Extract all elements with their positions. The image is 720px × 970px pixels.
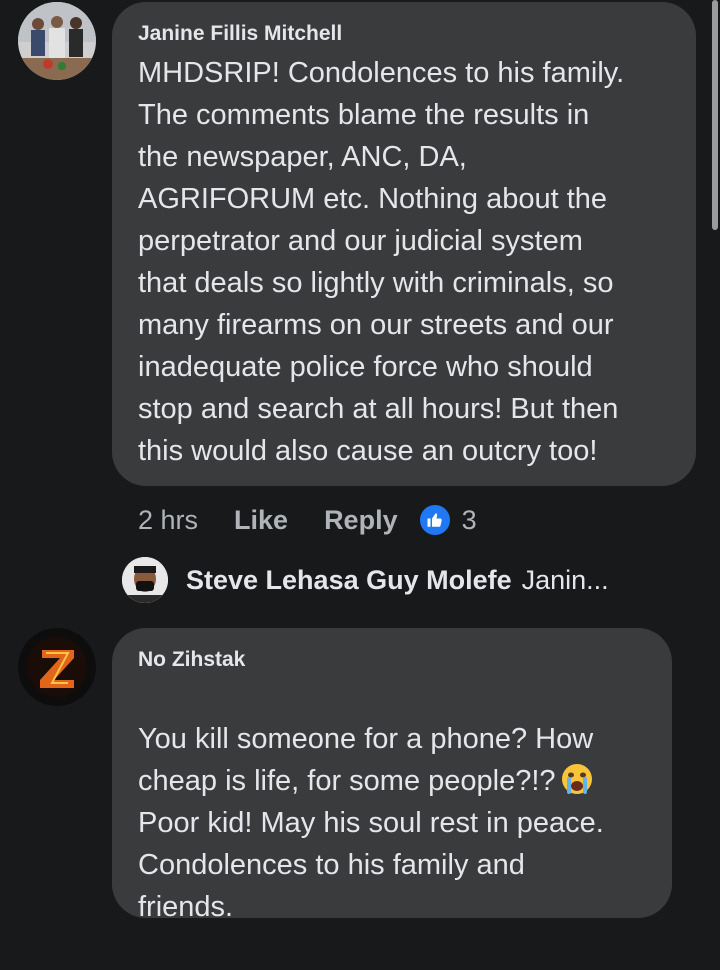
avatar[interactable] — [18, 628, 96, 706]
comment-text-part: Poor kid! May his soul rest in peace. Co… — [138, 807, 604, 923]
comment-author[interactable]: No Zihstak — [138, 648, 245, 672]
comment-text: You kill someone for a phone? How cheap … — [138, 676, 668, 970]
comment-no-zihstak: No Zihstak You kill someone for a phone?… — [0, 0, 720, 923]
crying-face-icon — [560, 762, 594, 796]
comment-text-part: You kill someone for a phone? How cheap … — [138, 723, 594, 797]
